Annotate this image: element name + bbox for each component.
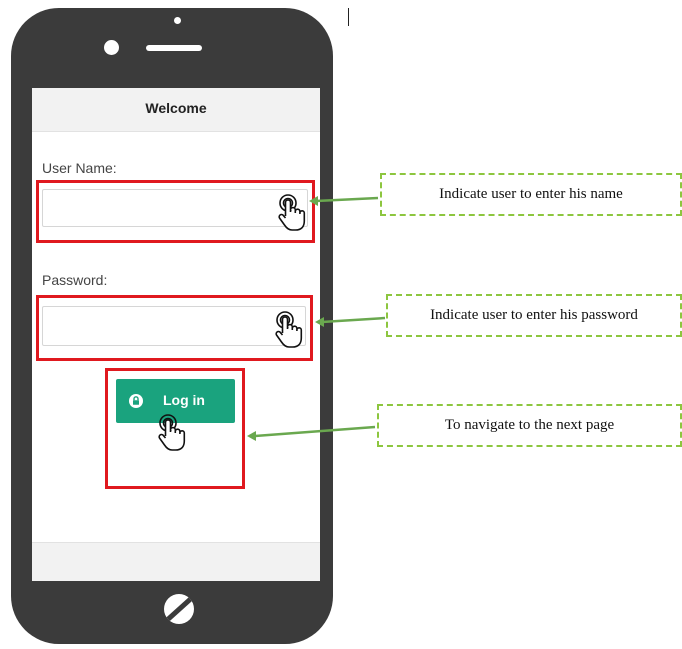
callout-username: Indicate user to enter his name	[380, 173, 682, 216]
arrow-username	[315, 196, 379, 203]
text-cursor	[348, 8, 349, 26]
arrow-login-head	[247, 431, 256, 441]
arrow-login	[254, 425, 376, 438]
arrow-password-head	[315, 317, 324, 327]
callout-password: Indicate user to enter his password	[386, 294, 682, 337]
callout-login: To navigate to the next page	[377, 404, 682, 447]
arrow-password	[321, 316, 386, 324]
arrow-username-head	[309, 196, 318, 206]
